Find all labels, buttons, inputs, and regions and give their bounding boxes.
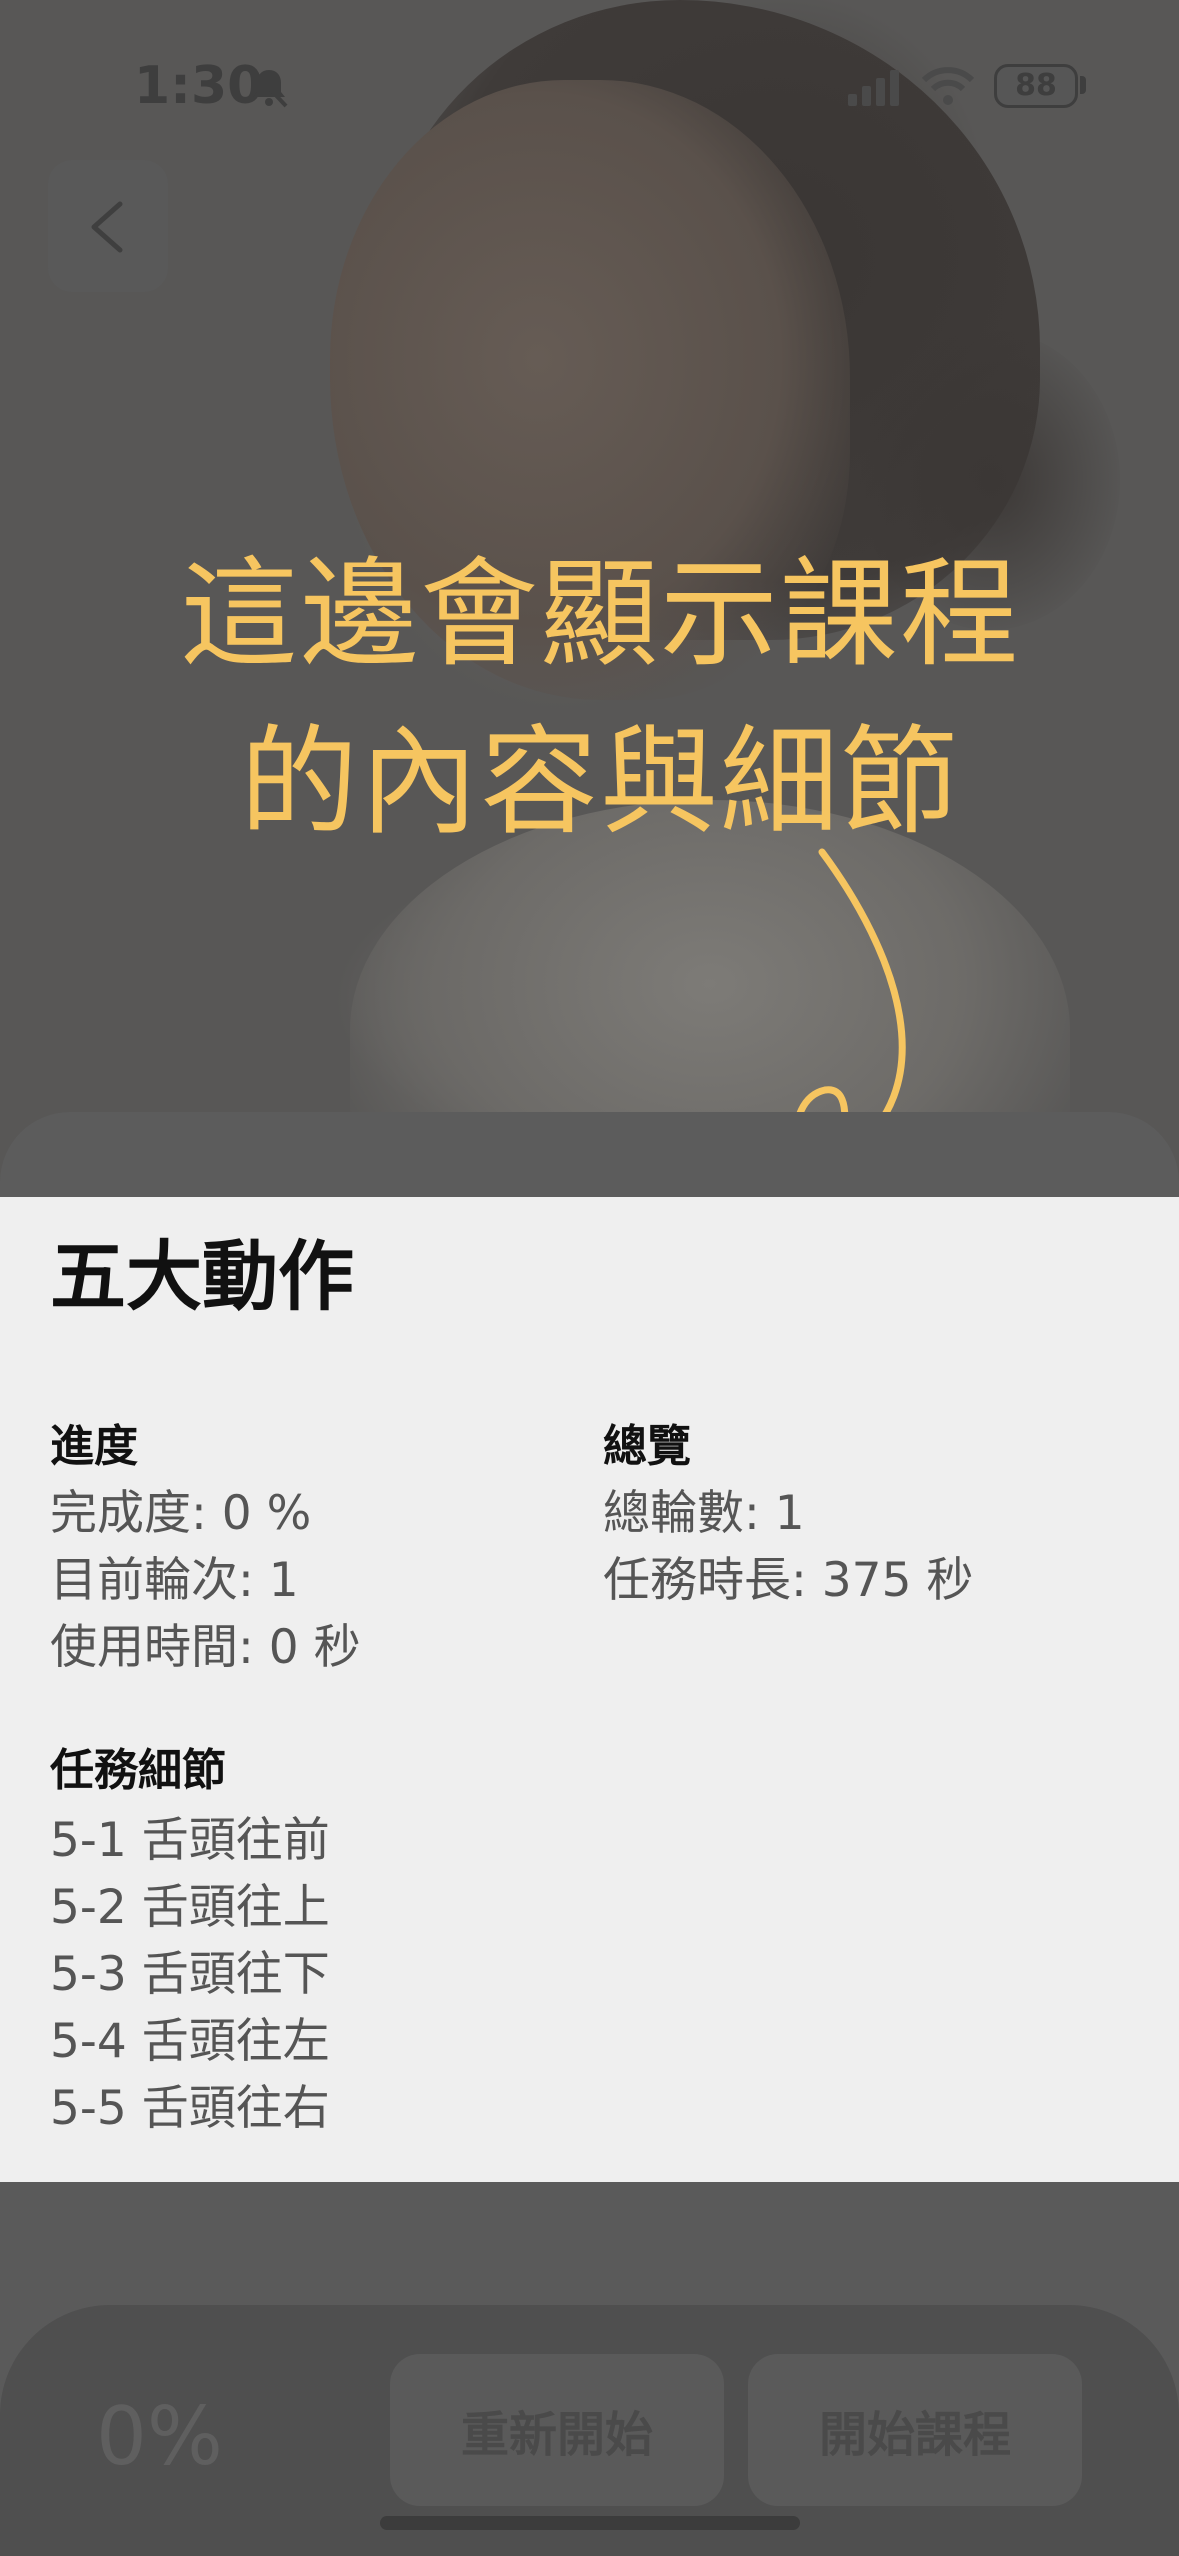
restart-button[interactable]: 重新開始 bbox=[390, 2354, 724, 2506]
status-bar: 1:30 88 bbox=[0, 0, 1179, 170]
cellular-signal-icon bbox=[848, 70, 899, 106]
progress-heading: 進度 bbox=[50, 1421, 138, 1472]
task-details-heading: 任務細節 bbox=[50, 1745, 226, 1796]
task-item: 5-5 舌頭往右 bbox=[50, 2081, 330, 2136]
battery-tip bbox=[1080, 76, 1086, 94]
annotation-callout: 這邊會顯示課程 的內容與細節 bbox=[120, 530, 1080, 866]
task-item: 5-3 舌頭往下 bbox=[50, 1947, 330, 2002]
chevron-left-icon bbox=[91, 201, 123, 253]
battery-indicator: 88 bbox=[994, 64, 1078, 108]
completion-text: 完成度: 0 % bbox=[50, 1486, 312, 1541]
bell-muted-icon bbox=[250, 68, 288, 108]
home-indicator bbox=[380, 2516, 800, 2530]
start-course-button[interactable]: 開始課程 bbox=[748, 2354, 1082, 2506]
wifi-icon bbox=[921, 67, 975, 105]
current-round-text: 目前輪次: 1 bbox=[50, 1553, 299, 1608]
task-duration-text: 任務時長: 375 秒 bbox=[603, 1553, 974, 1608]
task-item: 5-1 舌頭往前 bbox=[50, 1813, 330, 1868]
task-item: 5-4 舌頭往左 bbox=[50, 2014, 330, 2069]
total-rounds-text: 總輪數: 1 bbox=[603, 1486, 805, 1541]
time-used-text: 使用時間: 0 秒 bbox=[50, 1620, 361, 1675]
annotation-line-1: 這邊會顯示課程 bbox=[179, 545, 1020, 683]
sheet-top-edge bbox=[0, 1112, 1179, 1202]
progress-percent: 0% bbox=[96, 2390, 223, 2483]
task-item: 5-2 舌頭往上 bbox=[50, 1880, 330, 1935]
back-button[interactable] bbox=[48, 160, 168, 292]
status-time: 1:30 bbox=[134, 56, 264, 116]
overview-heading: 總覽 bbox=[603, 1421, 691, 1472]
course-title: 五大動作 bbox=[50, 1232, 354, 1321]
